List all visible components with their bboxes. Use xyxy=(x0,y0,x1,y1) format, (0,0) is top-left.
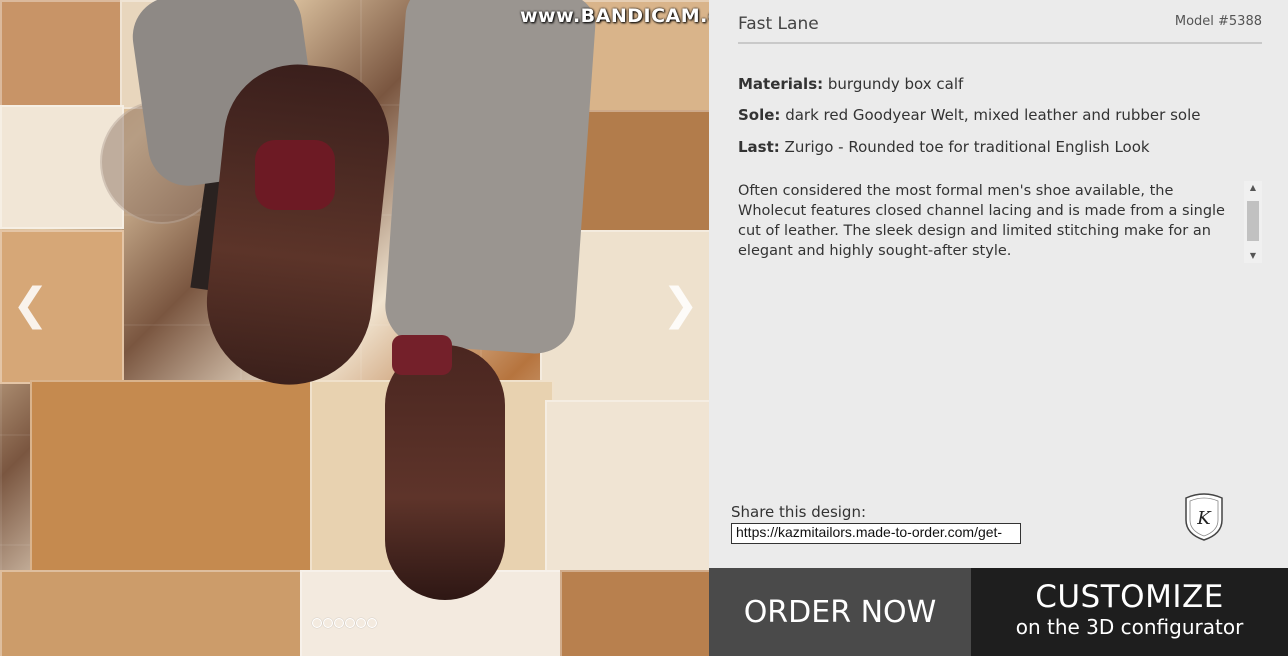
spec-value: burgundy box calf xyxy=(823,75,964,93)
brand-logo-icon: K xyxy=(1185,493,1223,541)
carousel-indicators xyxy=(312,618,377,628)
scroll-thumb[interactable] xyxy=(1247,201,1259,241)
carousel-dot[interactable] xyxy=(334,618,344,628)
sock-left xyxy=(255,140,335,210)
spec-sole: Sole: dark red Goodyear Welt, mixed leat… xyxy=(738,106,1201,124)
spec-label: Sole: xyxy=(738,106,781,124)
model-number: Model #5388 xyxy=(1174,14,1262,29)
spec-materials: Materials: burgundy box calf xyxy=(738,75,963,93)
customize-sublabel: on the 3D configurator xyxy=(1015,615,1244,639)
chevron-right-icon: ❯ xyxy=(662,279,699,330)
spec-label: Last: xyxy=(738,138,780,156)
spec-value: dark red Goodyear Welt, mixed leather an… xyxy=(780,106,1201,124)
product-photo-carousel: ❮ ❯ xyxy=(0,0,709,656)
share-url-field[interactable]: https://kazmitailors.made-to-order.com/g… xyxy=(731,523,1021,544)
floor-tile xyxy=(545,400,709,574)
floor-tile xyxy=(0,570,304,656)
description-box[interactable]: Often considered the most formal men's s… xyxy=(738,181,1262,263)
carousel-dot[interactable] xyxy=(367,618,377,628)
description-scrollbar[interactable]: ▲ ▼ xyxy=(1244,181,1262,263)
carousel-dot[interactable] xyxy=(356,618,366,628)
floor-tile xyxy=(560,570,709,656)
carousel-dot[interactable] xyxy=(345,618,355,628)
spec-label: Materials: xyxy=(738,75,824,93)
shoe-right xyxy=(385,345,505,600)
sock-right xyxy=(392,335,452,375)
carousel-dot[interactable] xyxy=(323,618,333,628)
customize-label: CUSTOMIZE xyxy=(1035,579,1224,615)
logo-letter: K xyxy=(1196,508,1212,529)
order-now-label: ORDER NOW xyxy=(743,594,937,630)
trouser-right xyxy=(382,0,598,357)
scroll-down-arrow-icon[interactable]: ▼ xyxy=(1244,249,1262,263)
floor-tile xyxy=(30,380,314,574)
spec-value: Zurigo - Rounded toe for traditional Eng… xyxy=(779,138,1150,156)
share-label: Share this design: xyxy=(731,503,867,521)
product-header: Fast Lane Model #5388 xyxy=(738,12,1262,44)
customize-button[interactable]: CUSTOMIZE on the 3D configurator xyxy=(971,568,1288,656)
carousel-next-button[interactable]: ❯ xyxy=(662,283,699,327)
product-info-panel: Fast Lane Model #5388 Materials: burgund… xyxy=(709,0,1288,568)
scroll-up-arrow-icon[interactable]: ▲ xyxy=(1244,181,1262,195)
carousel-prev-button[interactable]: ❮ xyxy=(12,283,49,327)
floor-tile xyxy=(0,0,124,109)
chevron-left-icon: ❮ xyxy=(12,279,49,330)
carousel-dot[interactable] xyxy=(312,618,322,628)
spec-last: Last: Zurigo - Rounded toe for tradition… xyxy=(738,138,1150,156)
order-now-button[interactable]: ORDER NOW xyxy=(709,568,971,656)
product-description: Often considered the most formal men's s… xyxy=(738,183,1225,259)
product-title: Fast Lane xyxy=(738,14,819,34)
